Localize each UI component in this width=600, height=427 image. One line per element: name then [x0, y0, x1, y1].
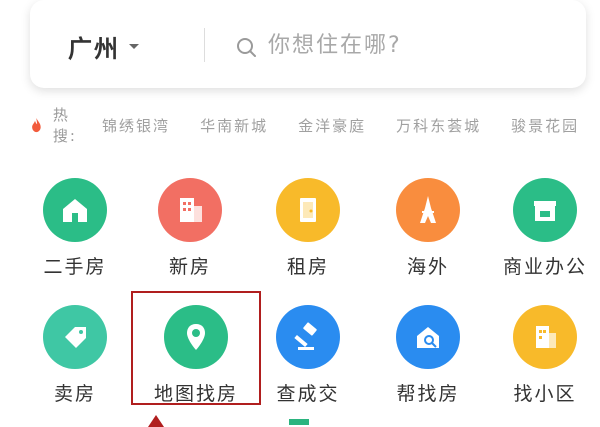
hot-search-label: 热搜:: [52, 106, 77, 145]
tile-help-find[interactable]: 帮找房: [373, 305, 483, 406]
city-label: 广州: [68, 35, 120, 63]
tile-icon-bg: [43, 305, 107, 369]
tile-icon-bg: [396, 305, 460, 369]
tile-rent[interactable]: 租房: [253, 178, 363, 279]
tile-label: 商业办公: [502, 256, 587, 278]
tile-label: 查成交: [276, 383, 340, 405]
tile-icon-bg: [396, 178, 460, 242]
hot-tag[interactable]: 金洋豪庭: [298, 115, 366, 136]
divider: [204, 28, 205, 62]
tile-label: 二手房: [43, 256, 107, 278]
tile-overseas[interactable]: 海外: [373, 178, 483, 279]
tile-commercial[interactable]: 商业办公: [490, 178, 600, 279]
tag-icon: [65, 327, 86, 348]
search-input[interactable]: [268, 26, 568, 64]
tile-icon-bg: [513, 305, 577, 369]
search-card: 广州: [30, 0, 586, 88]
building-icon: [180, 198, 202, 222]
hot-search-row: 热搜: 锦绣银湾 华南新城 金洋豪庭 万科东荟城 骏景花园: [30, 106, 600, 145]
fire-icon: [32, 117, 41, 133]
tile-new-house[interactable]: 新房: [135, 178, 245, 279]
tile-icon-bg: [276, 178, 340, 242]
tile-label: 找小区: [513, 383, 577, 405]
tile-transactions[interactable]: 查成交: [253, 305, 363, 406]
city-selector[interactable]: 广州: [68, 29, 140, 64]
search-icon: [237, 38, 256, 57]
arrow-up-icon: [148, 415, 164, 427]
tile-label: 租房: [286, 256, 329, 278]
scroll-indicator: [289, 419, 309, 425]
tower-icon: [420, 196, 436, 223]
tile-second-hand[interactable]: 二手房: [20, 178, 130, 279]
house-search-icon: [417, 327, 439, 348]
tile-label: 新房: [168, 256, 211, 278]
tile-label: 卖房: [53, 383, 96, 405]
shop-icon: [534, 201, 556, 221]
tile-icon-bg: [276, 305, 340, 369]
tile-icon-bg: [43, 178, 107, 242]
tile-community[interactable]: 找小区: [490, 305, 600, 406]
highlight-box: [131, 291, 261, 405]
tile-icon-bg: [513, 178, 577, 242]
community-icon: [536, 326, 556, 348]
tile-sell[interactable]: 卖房: [20, 305, 130, 406]
hot-tag[interactable]: 骏景花园: [511, 115, 579, 136]
tile-icon-bg: [158, 178, 222, 242]
hot-tag[interactable]: 华南新城: [200, 115, 268, 136]
hot-tag[interactable]: 万科东荟城: [396, 115, 481, 136]
gavel-icon: [294, 322, 317, 350]
tile-label: 海外: [406, 256, 449, 278]
tile-label: 帮找房: [396, 383, 460, 405]
chevron-down-icon: [129, 43, 139, 49]
door-icon: [300, 198, 316, 222]
hot-tag[interactable]: 锦绣银湾: [102, 115, 170, 136]
house-icon: [63, 199, 87, 222]
